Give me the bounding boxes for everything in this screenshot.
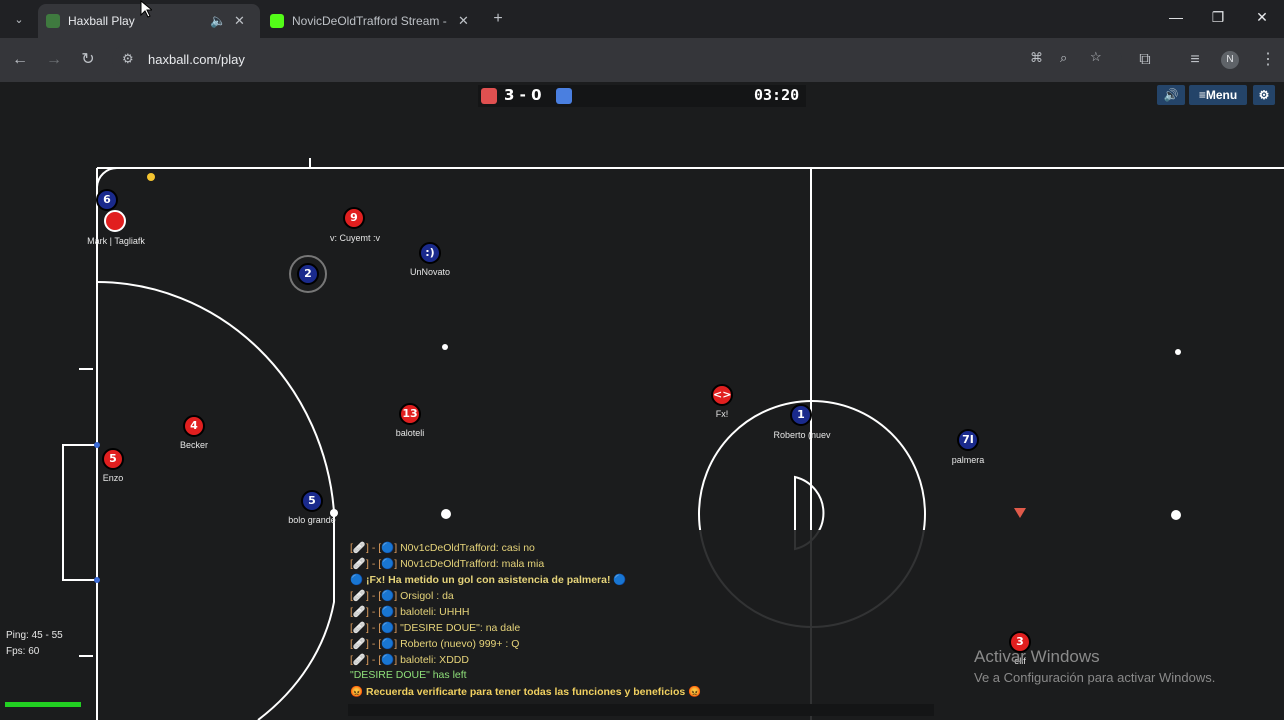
player-name: Enzo xyxy=(102,473,124,483)
player-disc: 9 xyxy=(343,207,365,229)
player-disc: <> xyxy=(711,384,733,406)
pitch-dot xyxy=(441,509,451,519)
player-disc: 2 xyxy=(297,263,319,285)
penalty-arc xyxy=(96,281,335,720)
goal-post xyxy=(94,442,100,448)
profile-avatar[interactable]: N xyxy=(1221,51,1239,69)
player-name: Mark | Tagliafk xyxy=(87,236,145,246)
activate-windows-subtitle: Ve a Configuración para activar Windows. xyxy=(974,670,1216,685)
zoom-icon[interactable]: ⌕ xyxy=(1060,50,1067,66)
pitch-dot xyxy=(1171,510,1181,520)
ping-bar xyxy=(5,702,81,707)
menu-button[interactable]: ≡Menu xyxy=(1189,85,1247,105)
mouse-cursor-icon xyxy=(140,0,152,18)
player-disc: 7I xyxy=(957,429,979,451)
media-control-icon[interactable]: ≡ xyxy=(1184,50,1206,70)
minimize-icon[interactable]: — xyxy=(1164,9,1188,25)
player-disc: 13 xyxy=(399,403,421,425)
player-name: Roberto (nuev xyxy=(773,430,831,440)
player-disc: 5 xyxy=(301,490,323,512)
back-icon[interactable]: ← xyxy=(9,50,31,70)
restore-icon[interactable]: ❐ xyxy=(1206,9,1230,26)
tab-bar: ⌄ Haxball Play 🔈 ✕ NovicDeOldTrafford St… xyxy=(0,0,1284,38)
url-text: haxball.com/play xyxy=(148,52,245,67)
activate-windows-title: Activar Windows xyxy=(974,647,1100,666)
chat-input[interactable] xyxy=(348,704,934,716)
player-name: Fx! xyxy=(715,409,729,419)
goal-post xyxy=(94,577,100,583)
address-bar[interactable]: ⚙ haxball.com/play ⌘ ⌕ ☆ xyxy=(112,44,1122,76)
match-timer: 03:20 xyxy=(754,86,800,104)
chat-line: [🩹] - [🔵] baloteli: UHHH xyxy=(350,606,470,618)
toolbar: ← → ↻ ⚙ haxball.com/play ⌘ ⌕ ☆ ⧉ ≡ N ⋮ xyxy=(0,38,1284,82)
scoreboard: 3 - 0 03:20 xyxy=(478,85,806,107)
close-tab-icon[interactable]: ✕ xyxy=(234,13,245,29)
player-name: Becker xyxy=(179,440,209,450)
chat-line: [🩹] - [🔵] N0v1cDeOldTrafford: mala mia xyxy=(350,558,545,570)
reload-icon[interactable]: ↻ xyxy=(77,50,99,70)
goal-box xyxy=(62,444,97,581)
chat-line: [🩹] - [🔵] N0v1cDeOldTrafford: casi no xyxy=(350,542,535,554)
fps-readout: Fps: 60 xyxy=(6,646,40,657)
chat-line: "DESIRE DOUE" has left xyxy=(350,669,467,681)
settings-button[interactable]: ⚙ xyxy=(1253,85,1275,105)
tab-title: Haxball Play xyxy=(68,14,135,28)
site-info-icon[interactable]: ⚙ xyxy=(122,51,134,67)
haxball-favicon-icon xyxy=(46,14,60,28)
blue-team-icon xyxy=(556,88,572,104)
player-disc: :) xyxy=(419,242,441,264)
translate-icon[interactable]: ⌘ xyxy=(1030,50,1043,66)
close-tab-icon[interactable]: ✕ xyxy=(458,13,469,29)
extensions-icon[interactable]: ⧉ xyxy=(1134,50,1156,70)
chat-line: [🩹] - [🔵] Orsigol : da xyxy=(350,590,454,602)
ball xyxy=(147,173,155,181)
ping-readout: Ping: 45 - 55 xyxy=(6,630,63,641)
pitch-dot xyxy=(442,344,448,350)
kickoff-marker xyxy=(1014,508,1026,518)
chat-line: [🩹] - [🔵] baloteli: XDDD xyxy=(350,654,469,666)
chat-line: [🩹] - [🔵] "DESIRE DOUE": na dale xyxy=(350,622,521,634)
player-disc: 5 xyxy=(102,448,124,470)
player-name: palmera xyxy=(951,455,985,465)
bookmark-star-icon[interactable]: ☆ xyxy=(1090,49,1102,65)
corner-arc xyxy=(96,166,118,188)
tab-search-icon[interactable]: ⌄ xyxy=(8,10,30,30)
chat-line: 🔵 ¡Fx! Ha metido un gol con asistencia d… xyxy=(350,574,627,586)
kick-favicon-icon xyxy=(270,14,284,28)
new-tab-icon[interactable]: + xyxy=(487,9,509,29)
player-name: UnNovato xyxy=(409,267,451,277)
more-menu-icon[interactable]: ⋮ xyxy=(1257,50,1279,70)
chat-line: 😡 Recuerda verificarte para tener todas … xyxy=(350,686,702,698)
chat-line: [🩹] - [🔵] Roberto (nuevo) 999+ : Q xyxy=(350,638,520,650)
player-disc: 6 xyxy=(96,189,118,211)
red-team-icon xyxy=(481,88,497,104)
chat-panel: [🩹] - [🔵] N0v1cDeOldTrafford: casi no [🩹… xyxy=(344,530,940,720)
haxball-game[interactable]: 3 - 0 03:20 🔊 ≡Menu ⚙ 6 Mark | Tagliafk … xyxy=(0,82,1284,720)
tab-stream[interactable]: NovicDeOldTrafford Stream - W ✕ xyxy=(262,4,480,38)
close-window-icon[interactable]: ✕ xyxy=(1250,9,1274,26)
sound-button[interactable]: 🔊 xyxy=(1157,85,1185,105)
pitch-dot xyxy=(1175,349,1181,355)
player-name: baloteli xyxy=(395,428,425,438)
player-disc: 1 xyxy=(790,404,812,426)
score: 3 - 0 xyxy=(504,86,542,104)
speaker-icon[interactable]: 🔈 xyxy=(210,13,226,29)
forward-icon[interactable]: → xyxy=(43,50,65,70)
player-name: bolo grande xyxy=(288,515,336,525)
player-disc: 4 xyxy=(183,415,205,437)
player-disc xyxy=(104,210,126,232)
tab-title: NovicDeOldTrafford Stream - W xyxy=(292,14,450,28)
player-name: v: Cuyemt :v xyxy=(329,233,381,243)
